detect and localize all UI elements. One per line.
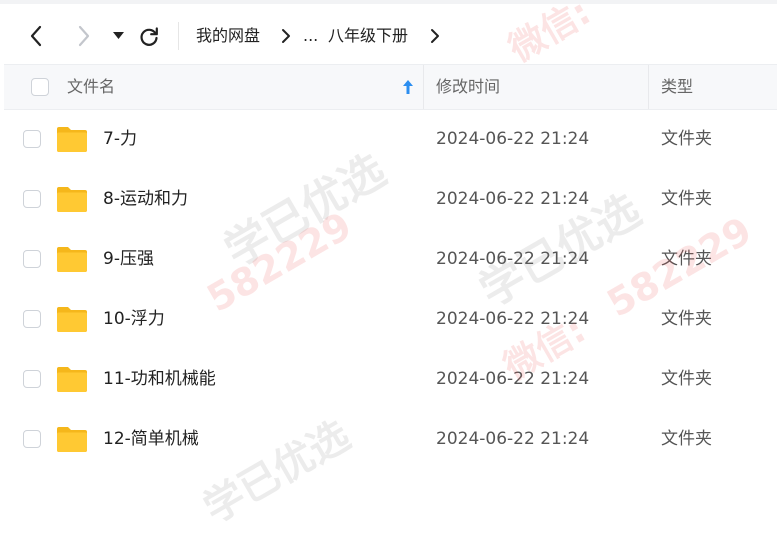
modified-time: 2024-06-22 21:24: [436, 309, 590, 329]
refresh-button[interactable]: [136, 24, 162, 50]
folder-icon: [57, 127, 87, 152]
file-name[interactable]: 11-功和机械能: [103, 349, 216, 409]
folder-icon: [57, 187, 87, 212]
toolbar: 我的网盘 ... 八年级下册: [0, 4, 777, 64]
forward-button[interactable]: [72, 22, 96, 50]
file-type: 文件夹: [661, 309, 712, 329]
file-type: 文件夹: [661, 429, 712, 449]
breadcrumb-root[interactable]: 我的网盘: [196, 22, 260, 50]
modified-time: 2024-06-22 21:24: [436, 429, 590, 449]
modified-time: 2024-06-22 21:24: [436, 129, 590, 149]
file-type: 文件夹: [661, 249, 712, 269]
row-checkbox[interactable]: [23, 310, 41, 328]
breadcrumb-ellipsis[interactable]: ...: [303, 22, 318, 50]
row-checkbox[interactable]: [23, 430, 41, 448]
row-checkbox[interactable]: [23, 250, 41, 268]
table-row[interactable]: 12-简单机械 2024-06-22 21:24 文件夹: [4, 409, 777, 469]
row-checkbox[interactable]: [23, 190, 41, 208]
file-name[interactable]: 8-运动和力: [103, 169, 188, 229]
folder-icon: [57, 427, 87, 452]
select-all-checkbox[interactable]: [31, 78, 49, 96]
column-divider[interactable]: [648, 65, 649, 109]
file-type: 文件夹: [661, 129, 712, 149]
arrow-up-icon[interactable]: [402, 79, 414, 95]
file-type: 文件夹: [661, 189, 712, 209]
modified-time: 2024-06-22 21:24: [436, 369, 590, 389]
back-button[interactable]: [24, 22, 48, 50]
table-row[interactable]: 8-运动和力 2024-06-22 21:24 文件夹: [4, 169, 777, 229]
breadcrumb-chevron-icon: [431, 29, 439, 43]
refresh-icon: [140, 27, 158, 46]
folder-icon: [57, 307, 87, 332]
column-header-modified[interactable]: 修改时间: [436, 65, 500, 109]
breadcrumb-chevron-icon: [282, 29, 290, 43]
row-checkbox[interactable]: [23, 130, 41, 148]
history-dropdown-button[interactable]: [110, 26, 126, 46]
folder-icon: [57, 247, 87, 272]
table-row[interactable]: 9-压强 2024-06-22 21:24 文件夹: [4, 229, 777, 289]
chevron-right-icon: [78, 25, 90, 47]
chevron-left-icon: [30, 25, 42, 47]
column-header-name[interactable]: 文件名: [67, 65, 115, 109]
table-header: 文件名 修改时间 类型: [4, 64, 777, 110]
file-name[interactable]: 10-浮力: [103, 289, 165, 349]
column-header-type[interactable]: 类型: [661, 65, 693, 109]
file-name[interactable]: 7-力: [103, 109, 137, 169]
caret-down-icon: [112, 32, 124, 39]
file-name[interactable]: 9-压强: [103, 229, 154, 289]
file-type: 文件夹: [661, 369, 712, 389]
row-checkbox[interactable]: [23, 370, 41, 388]
table-row[interactable]: 11-功和机械能 2024-06-22 21:24 文件夹: [4, 349, 777, 409]
breadcrumb-current[interactable]: 八年级下册: [328, 22, 408, 50]
table-row[interactable]: 7-力 2024-06-22 21:24 文件夹: [4, 109, 777, 169]
modified-time: 2024-06-22 21:24: [436, 189, 590, 209]
table-row[interactable]: 10-浮力 2024-06-22 21:24 文件夹: [4, 289, 777, 349]
folder-icon: [57, 367, 87, 392]
modified-time: 2024-06-22 21:24: [436, 249, 590, 269]
file-name[interactable]: 12-简单机械: [103, 409, 199, 469]
toolbar-separator: [178, 22, 179, 50]
column-divider[interactable]: [423, 65, 424, 109]
